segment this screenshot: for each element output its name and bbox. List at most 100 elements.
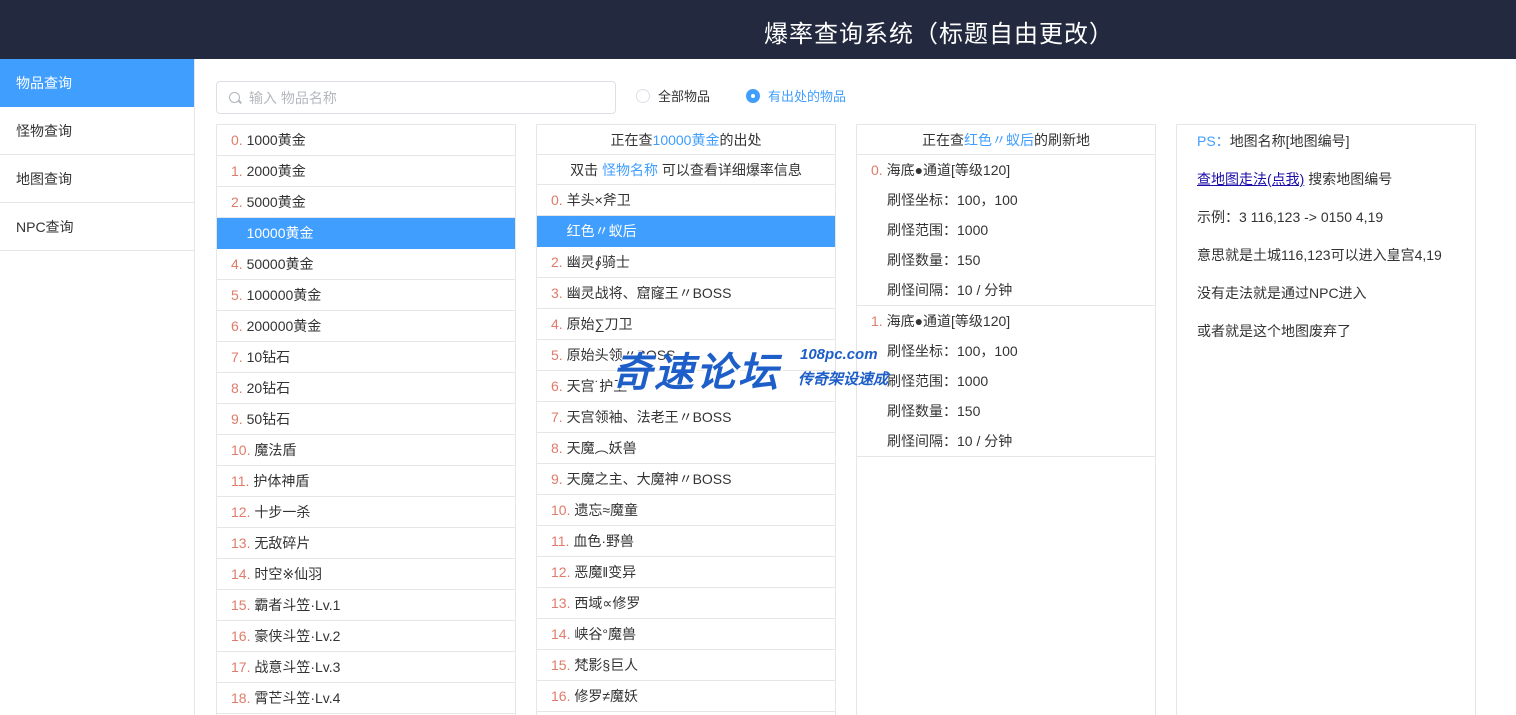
item-row[interactable]: 18. 霄芒斗笠·Lv.4 [217,683,515,714]
monster-row[interactable]: 6. 天宫˙护卫 [537,371,835,402]
map-walk-link[interactable]: 查地图走法(点我) [1197,171,1304,187]
row-name: 200000黄金 [246,318,322,334]
notes-ps-text: 地图名称[地图编号] [1229,133,1350,149]
spawn-entry: 0. 海底●通道[等级120] 刷怪坐标：100，100 刷怪范围：1000 刷怪数量… [857,155,1155,306]
row-index: 2. [231,194,243,210]
monster-row[interactable]: 7. 天宫领袖、法老王〃BOSS [537,402,835,433]
sidebar: 物品查询 怪物查询 地图查询 NPC查询 [0,59,195,715]
monster-row[interactable]: 11. 血色·野兽 [537,526,835,557]
source-hint-prefix: 双击 [570,162,599,178]
monster-row[interactable]: 15. 梵影§巨人 [537,650,835,681]
row-name: 修罗≠魔妖 [574,688,639,704]
item-row[interactable]: 5. 100000黄金 [217,280,515,311]
sidebar-item-map-search[interactable]: 地图查询 [0,155,194,203]
monster-row[interactable]: 12. 恶魔‖变异 [537,557,835,588]
monster-row[interactable]: 4. 原始∑刀卫 [537,309,835,340]
search-input[interactable] [249,82,609,113]
row-index: 13. [231,535,251,551]
monster-row[interactable]: 8. 天魔︵妖兽 [537,433,835,464]
item-row[interactable]: 4. 50000黄金 [217,249,515,280]
monster-row[interactable]: 16. 修罗≠魔妖 [537,681,835,712]
monster-row[interactable]: 13. 西域∝修罗 [537,588,835,619]
item-row[interactable]: 7. 10钻石 [217,342,515,373]
item-row[interactable]: 6. 200000黄金 [217,311,515,342]
monster-row[interactable]: 2. 幽灵∮骑士 [537,247,835,278]
row-index: 12. [551,564,571,580]
row-name: 20钻石 [246,380,291,396]
row-index: 9. [551,471,563,487]
notes-walk-suffix: 搜索地图编号 [1304,171,1393,187]
row-index: 6. [551,378,563,394]
item-row[interactable]: 0. 1000黄金 [217,125,515,156]
source-list-panel: 正在查10000黄金的出处 双击 怪物名称 可以查看详细爆率信息 0. 羊头×斧… [536,124,836,715]
row-name: 天魔之主、大魔神〃BOSS [566,471,732,487]
row-index: 8. [231,380,243,396]
search-box[interactable] [216,81,616,114]
row-index: 15. [551,657,571,673]
monster-row[interactable]: 1. 红色〃蚁后 [537,216,835,247]
spawn-index: 1. [871,313,883,329]
monster-row[interactable]: 14. 峡谷°魔兽 [537,619,835,650]
row-name: 5000黄金 [246,194,306,210]
item-row[interactable]: 14. 时空※仙羽 [217,559,515,590]
row-name: 无敌碎片 [254,535,311,551]
radio-has-source-items[interactable]: 有出处的物品 [746,87,866,107]
notes-ps-line: PS：地图名称[地图编号] [1197,131,1349,151]
row-name: 天魔︵妖兽 [566,440,637,456]
source-header-item: 10000黄金 [652,132,720,148]
search-icon [229,92,240,103]
row-name: 羊头×斧卫 [566,192,631,208]
spawn-header: 正在查红色〃蚁后的刷新地 [857,125,1155,155]
spawn-interval: 刷怪间隔：10 / 分钟 [887,282,1013,298]
item-row[interactable]: 10. 魔法盾 [217,435,515,466]
item-row[interactable]: 16. 豪侠斗笠·Lv.2 [217,621,515,652]
row-index: 3. [551,285,563,301]
spawn-count: 刷怪数量：150 [887,252,981,268]
row-index: 9. [231,411,243,427]
sidebar-item-npc-search[interactable]: NPC查询 [0,203,194,251]
row-name: 峡谷°魔兽 [574,626,636,642]
source-header-suffix: 的出处 [719,132,762,148]
monster-row[interactable]: 0. 羊头×斧卫 [537,185,835,216]
row-index: 7. [231,349,243,365]
item-row[interactable]: 8. 20钻石 [217,373,515,404]
row-index: 10. [551,502,571,518]
source-header-prefix: 正在查 [610,132,653,148]
spawn-list: 0. 海底●通道[等级120] 刷怪坐标：100，100 刷怪范围：1000 刷怪数量… [857,155,1155,457]
notes-panel: PS：地图名称[地图编号] 查地图走法(点我) 搜索地图编号 示例：3 116,… [1176,124,1476,715]
monster-row[interactable]: 10. 遗忘≈魔童 [537,495,835,526]
notes-walk-line: 查地图走法(点我) 搜索地图编号 [1197,169,1392,189]
row-name: 原始∑刀卫 [566,316,633,332]
row-name: 时空※仙羽 [254,566,323,582]
notes-abandoned: 或者就是这个地图废弃了 [1197,323,1351,339]
item-row[interactable]: 3. 10000黄金 [217,218,515,249]
radio-all-items[interactable]: 全部物品 [636,87,726,107]
notes-ps-label: PS： [1197,133,1230,149]
spawn-header-monster: 红色〃蚁后 [964,132,1034,148]
monster-row[interactable]: 3. 幽灵战将、窟窿王〃BOSS [537,278,835,309]
spawn-map-name: 0. 海底●通道[等级120] [857,155,1155,185]
item-row[interactable]: 17. 战意斗笠·Lv.3 [217,652,515,683]
row-name: 霸者斗笠·Lv.1 [254,597,341,613]
row-name: 魔法盾 [254,442,297,458]
monster-row[interactable]: 9. 天魔之主、大魔神〃BOSS [537,464,835,495]
notes-example: 示例：3 116,123 -> 0150 4,19 [1197,209,1384,225]
item-row[interactable]: 12. 十步一杀 [217,497,515,528]
row-name: 10000黄金 [246,225,314,241]
source-hint-link: 怪物名称 [602,162,658,178]
row-name: 梵影§巨人 [574,657,639,673]
row-name: 50000黄金 [246,256,314,272]
sidebar-item-item-search[interactable]: 物品查询 [0,59,194,107]
monster-row[interactable]: 5. 原始头领〃BOSS [537,340,835,371]
item-row[interactable]: 1. 2000黄金 [217,156,515,187]
page-title: 爆率查询系统（标题自由更改） [764,21,1114,48]
spawn-interval: 刷怪间隔：10 / 分钟 [887,433,1013,449]
item-row[interactable]: 9. 50钻石 [217,404,515,435]
item-row[interactable]: 11. 护体神盾 [217,466,515,497]
item-row[interactable]: 15. 霸者斗笠·Lv.1 [217,590,515,621]
item-row[interactable]: 13. 无敌碎片 [217,528,515,559]
row-index: 17. [231,659,251,675]
sidebar-item-monster-search[interactable]: 怪物查询 [0,107,194,155]
radio-circle-icon [636,89,650,103]
item-row[interactable]: 2. 5000黄金 [217,187,515,218]
